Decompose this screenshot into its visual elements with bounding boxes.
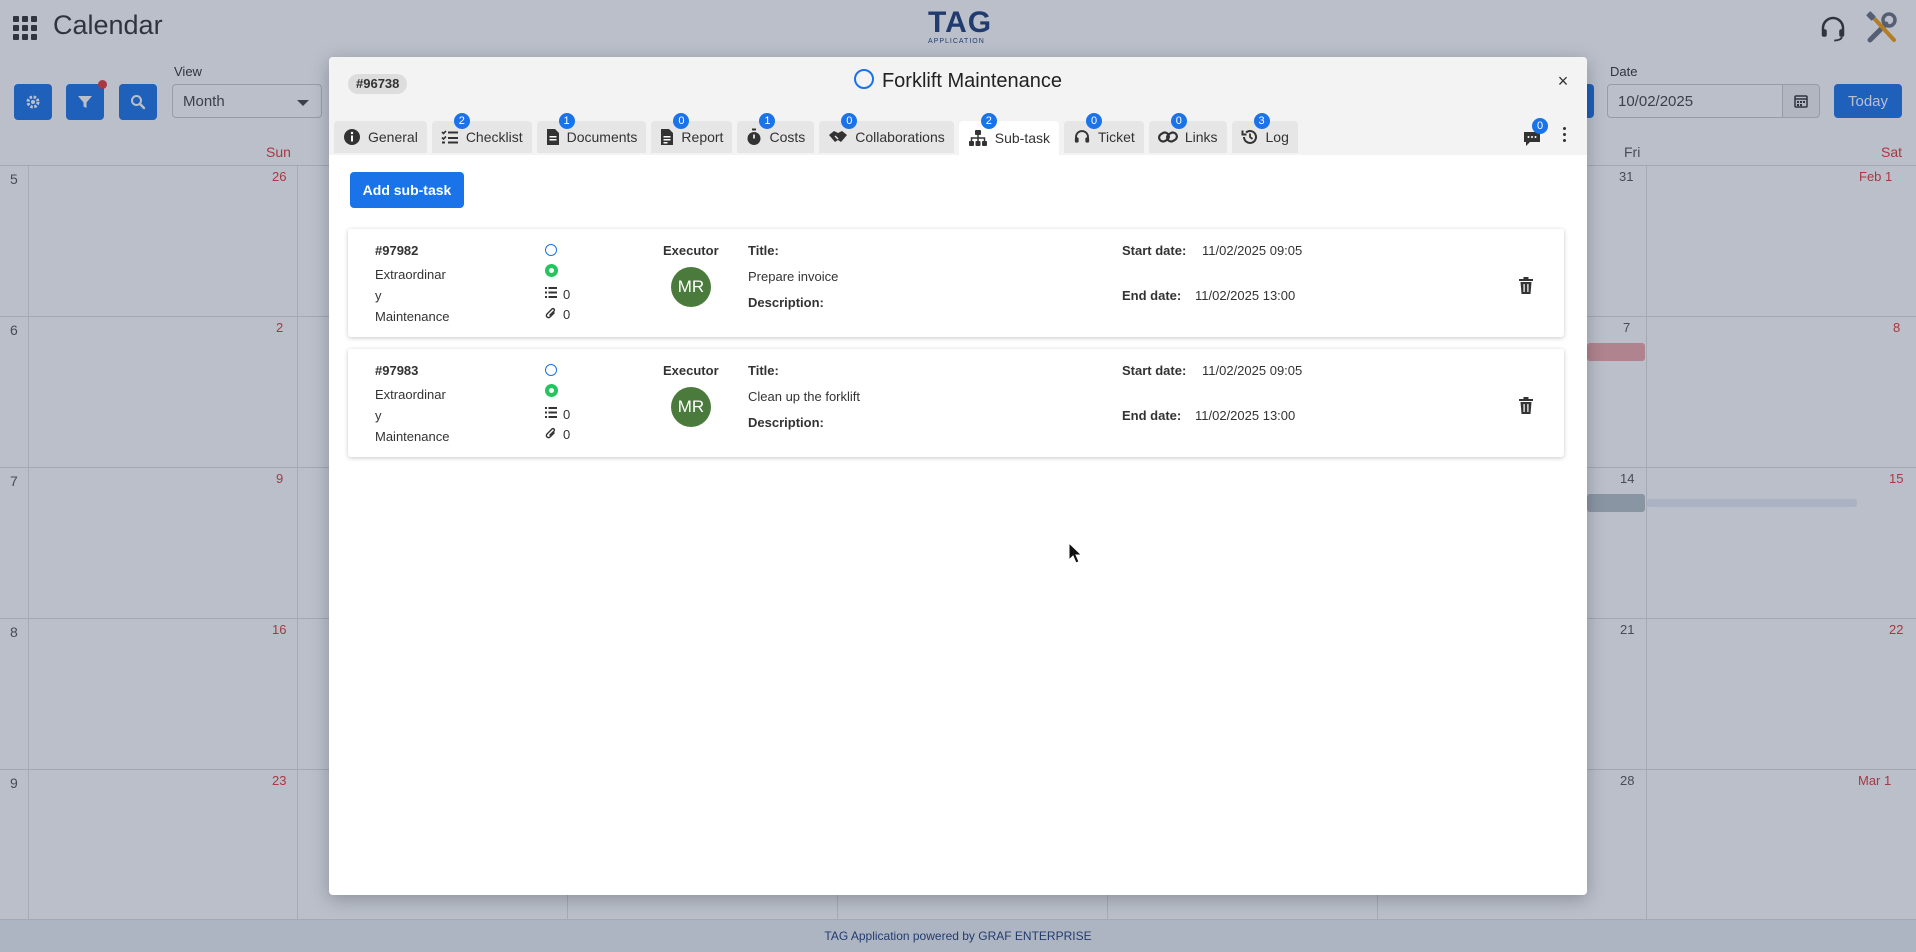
trash-icon[interactable] xyxy=(1518,397,1534,415)
tab-log[interactable]: 3 Log xyxy=(1231,113,1298,153)
tab-badge: 1 xyxy=(558,113,575,129)
status-open-icon xyxy=(853,69,874,89)
sub-task-id: #97983 xyxy=(375,363,419,378)
title-label: Title: xyxy=(748,363,779,378)
tab-checklist[interactable]: 2 Checklist xyxy=(431,113,532,153)
stopwatch-icon xyxy=(747,128,761,145)
report-icon xyxy=(661,129,674,145)
trash-icon[interactable] xyxy=(1518,277,1534,295)
tab-sub-task[interactable]: 2 Sub-task xyxy=(958,113,1059,155)
attachment-count: 0 xyxy=(563,427,571,442)
more-menu-icon[interactable] xyxy=(1561,127,1567,147)
sub-task-title: Clean up the forklift xyxy=(748,389,861,404)
list-icon xyxy=(545,407,557,418)
avatar[interactable]: MR xyxy=(671,267,711,307)
tab-badge: 0 xyxy=(1170,113,1187,129)
status-open-icon xyxy=(545,244,557,256)
end-date-label: End date: xyxy=(1122,288,1182,303)
tab-ticket[interactable]: 0 Ticket xyxy=(1064,113,1144,153)
tab-badge: 2 xyxy=(453,113,470,129)
task-modal: #96738 Forklift Maintenance × General 2 … xyxy=(329,57,1587,895)
sub-task-title: Prepare invoice xyxy=(748,269,839,284)
tab-badge: 0 xyxy=(673,113,690,129)
priority-green-icon xyxy=(545,264,558,277)
sub-task-card[interactable]: #97982 Extraordinar y Maintenance 0 0 Ex… xyxy=(348,229,1564,337)
end-date-value: 11/02/2025 13:00 xyxy=(1195,408,1296,423)
tab-documents[interactable]: 1 Documents xyxy=(536,113,647,153)
start-date-value: 11/02/2025 09:05 xyxy=(1202,363,1303,378)
title-label: Title: xyxy=(748,243,779,258)
end-date-value: 11/02/2025 13:00 xyxy=(1195,288,1296,303)
tab-badge: 0 xyxy=(1086,113,1102,129)
sub-task-id: #97982 xyxy=(375,243,419,258)
tab-badge: 2 xyxy=(980,113,997,129)
list-icon xyxy=(545,287,557,298)
sub-task-card[interactable]: #97983 Extraordinar y Maintenance 0 0 Ex… xyxy=(348,349,1564,457)
tab-badge: 3 xyxy=(1253,113,1270,129)
end-date-label: End date: xyxy=(1122,408,1182,423)
tab-costs[interactable]: 1 Costs xyxy=(737,113,815,153)
description-label: Description: xyxy=(748,295,824,310)
chat-count-badge: 0 xyxy=(1532,118,1548,134)
sub-task-type: Extraordinar y Maintenance xyxy=(375,387,450,444)
tab-general[interactable]: General xyxy=(334,121,427,153)
avatar[interactable]: MR xyxy=(671,387,711,427)
handshake-icon xyxy=(829,131,848,142)
priority-green-icon xyxy=(545,384,558,397)
checklist-count: 0 xyxy=(563,407,571,422)
sitemap-icon xyxy=(968,130,987,146)
sub-task-type: Extraordinar y Maintenance xyxy=(375,267,450,324)
document-icon xyxy=(546,129,559,145)
checklist-icon xyxy=(441,130,458,144)
headset-icon xyxy=(1074,130,1090,143)
start-date-value: 11/02/2025 09:05 xyxy=(1202,243,1303,258)
tab-report[interactable]: 0 Report xyxy=(651,113,733,153)
close-button[interactable]: × xyxy=(1553,71,1573,91)
paperclip-icon xyxy=(545,427,556,439)
modal-tabs: General 2 Checklist 1 Documents 0 Report… xyxy=(334,113,1298,155)
tab-links[interactable]: 0 Links xyxy=(1148,113,1227,153)
mouse-cursor-icon xyxy=(1068,542,1082,564)
start-date-label: Start date: xyxy=(1122,243,1187,258)
modal-header: #96738 Forklift Maintenance × General 2 … xyxy=(329,57,1587,155)
info-icon xyxy=(344,129,360,145)
modal-title: Forklift Maintenance xyxy=(329,69,1587,93)
start-date-label: Start date: xyxy=(1122,363,1187,378)
attachment-count: 0 xyxy=(563,307,571,322)
tab-badge: 0 xyxy=(841,113,858,129)
tab-collaborations[interactable]: 0 Collaborations xyxy=(819,113,954,153)
paperclip-icon xyxy=(545,307,556,319)
executor-label: Executor xyxy=(663,363,719,378)
executor-label: Executor xyxy=(663,243,719,258)
checklist-count: 0 xyxy=(563,287,571,302)
link-icon xyxy=(1157,131,1178,143)
add-sub-task-button[interactable]: Add sub-task xyxy=(350,172,464,208)
history-icon xyxy=(1241,129,1257,144)
tab-badge: 1 xyxy=(759,113,776,129)
description-label: Description: xyxy=(748,415,824,430)
status-open-icon xyxy=(545,364,557,376)
